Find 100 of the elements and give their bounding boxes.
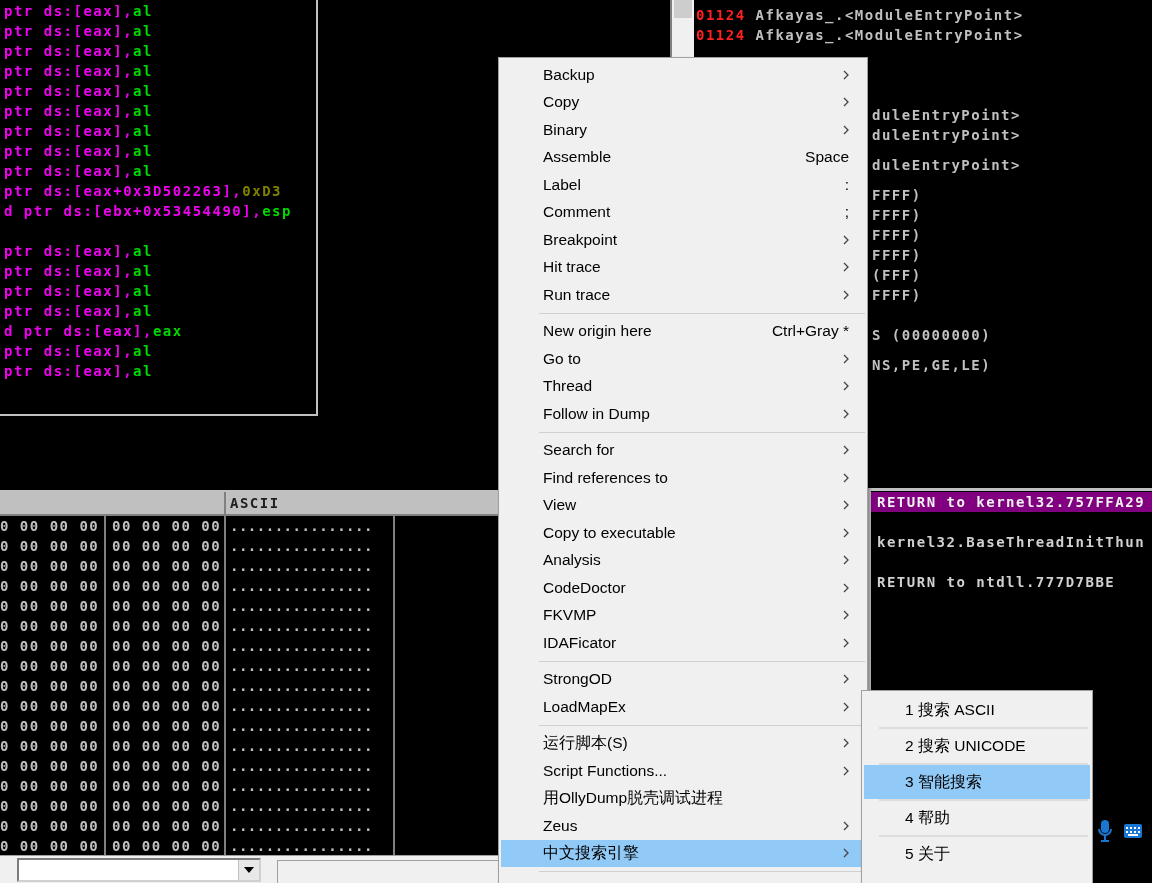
menu-item[interactable]: FKVMP [501,601,865,629]
hex-bytes: 00 00 00 00 [106,676,226,696]
register-text: FFFF) [872,186,923,205]
menu-item[interactable]: View [501,491,865,519]
hex-bytes: 0 00 00 00 [0,616,106,636]
register-text: FFFF) [872,206,923,225]
code-text: ptr ds:[eax], [4,262,134,281]
menu-item[interactable]: New origin here Ctrl+Gray * [501,317,865,345]
shortcut-text: Ctrl+Gray * [771,322,849,341]
code-text: ptr ds:[eax], [4,302,134,321]
menu-item[interactable]: 2 搜索 UNICODE [864,729,1090,763]
ascii-text: ................ [226,576,395,596]
code-text: ptr ds:[eax], [4,62,134,81]
menu-item[interactable]: 用OllyDump脱壳调试进程 [501,784,865,812]
code-text: ptr ds:[eax], [4,342,134,361]
menu-item[interactable]: 1 搜索 ASCII [864,693,1090,727]
hex-bytes: 00 00 00 00 [106,796,226,816]
ascii-text: ................ [226,636,395,656]
menu-item[interactable]: CodeDoctor [501,574,865,602]
menu-item[interactable]: Backup [501,61,865,89]
menu-item[interactable]: Label : [501,171,865,199]
code-text: ptr ds:[eax], [4,242,134,261]
hex-bytes: 00 00 00 00 [106,556,226,576]
hex-bytes: 0 00 00 00 [0,596,106,616]
code-text: d ptr ds:[eax], [4,322,153,341]
hex-bytes: 00 00 00 00 [106,656,226,676]
operand-text: al [133,262,153,281]
keyboard-icon[interactable] [1124,824,1142,838]
operand-text: al [133,362,153,381]
code-text: ptr ds:[eax+0x3D502263], [4,182,243,201]
menu-item[interactable]: Analysis [501,546,865,574]
operand-text: al [133,342,153,361]
hex-bytes: 00 00 00 00 [106,696,226,716]
menu-item[interactable]: Follow in Dump [501,400,865,428]
operand-text: al [133,2,153,21]
hex-bytes: 0 00 00 00 [0,756,106,776]
menu-item[interactable]: Thread [501,372,865,400]
menu-item[interactable]: Search for [501,436,865,464]
hex-bytes: 00 00 00 00 [106,596,226,616]
menu-item[interactable]: Binary [501,116,865,144]
ascii-text: ................ [226,756,395,776]
register-comment: Afkayas_.<ModuleEntryPoint> [754,27,1024,43]
ascii-text: ................ [226,536,395,556]
scroll-thumb[interactable] [674,0,692,18]
ascii-text: ................ [226,716,395,736]
register-value: 01124 [696,27,746,43]
menu-item[interactable]: Comment ; [501,198,865,226]
ascii-text: ................ [226,676,395,696]
menu-item[interactable]: Hit trace [501,253,865,281]
hex-bytes: 0 00 00 00 [0,816,106,836]
microphone-icon[interactable] [1098,820,1112,842]
menu-item[interactable]: Run trace [501,281,865,309]
menu-item[interactable]: IDAFicator [501,629,865,657]
operand-text: al [133,142,153,161]
dropdown-caret-icon[interactable] [244,867,254,873]
operand-text: 0xD3 [242,182,282,201]
hex-bytes: 00 00 00 00 [106,636,226,656]
operand-text: al [133,102,153,121]
menu-item[interactable]: Zeus [501,812,865,840]
hex-bytes: 0 00 00 00 [0,716,106,736]
register-text: duleEntryPoint> [872,156,1021,175]
command-combobox[interactable] [17,858,261,882]
shortcut-text: : [844,175,849,194]
hex-bytes: 00 00 00 00 [106,616,226,636]
column-header: ASCII [229,494,281,513]
operand-text: al [133,302,153,321]
hex-bytes: 00 00 00 00 [106,756,226,776]
hex-bytes: 0 00 00 00 [0,736,106,756]
menu-item[interactable]: Copy [501,88,865,116]
menu-item[interactable]: Find references to [501,464,865,492]
hex-bytes: 0 00 00 00 [0,636,106,656]
menu-item[interactable]: 4 帮助 [864,801,1090,835]
operand-text: al [133,82,153,101]
menu-item[interactable]: LoadMapEx [501,693,865,721]
stack-line[interactable]: kernel32.BaseThreadInitThun [871,532,1152,552]
hex-bytes: 00 00 00 00 [106,576,226,596]
menu-item[interactable]: Script Functions... [501,757,865,785]
ascii-text: ................ [226,736,395,756]
menu-item[interactable]: Go to [501,345,865,373]
register-value: 01124 [696,7,746,23]
menu-item[interactable]: 5 关于 [864,837,1090,871]
menu-item[interactable]: 3 智能搜索 [864,765,1090,799]
register-text: NS,PE,GE,LE) [872,356,993,375]
register-text: (FFF) [872,266,923,285]
menu-item[interactable]: StrongOD [501,665,865,693]
ascii-text: ................ [226,656,395,676]
menu-item[interactable]: Copy to executable [501,519,865,547]
stack-line[interactable]: RETURN to ntdll.777D7BBE [871,572,1152,592]
hex-bytes: 0 00 00 00 [0,556,106,576]
operand-text: al [133,282,153,301]
ascii-text: ................ [226,616,395,636]
menu-item[interactable]: 运行脚本(S) [501,729,865,757]
ascii-text: ................ [226,816,395,836]
shortcut-text: ; [844,203,849,222]
register-text: S (00000000) [872,326,993,345]
code-text: d ptr ds:[ebx+0x53454490], [4,202,263,221]
operand-text: al [133,62,153,81]
code-text: ptr ds:[eax], [4,22,134,41]
menu-item[interactable]: Breakpoint [501,226,865,254]
menu-item[interactable]: Assemble Space [501,143,865,171]
